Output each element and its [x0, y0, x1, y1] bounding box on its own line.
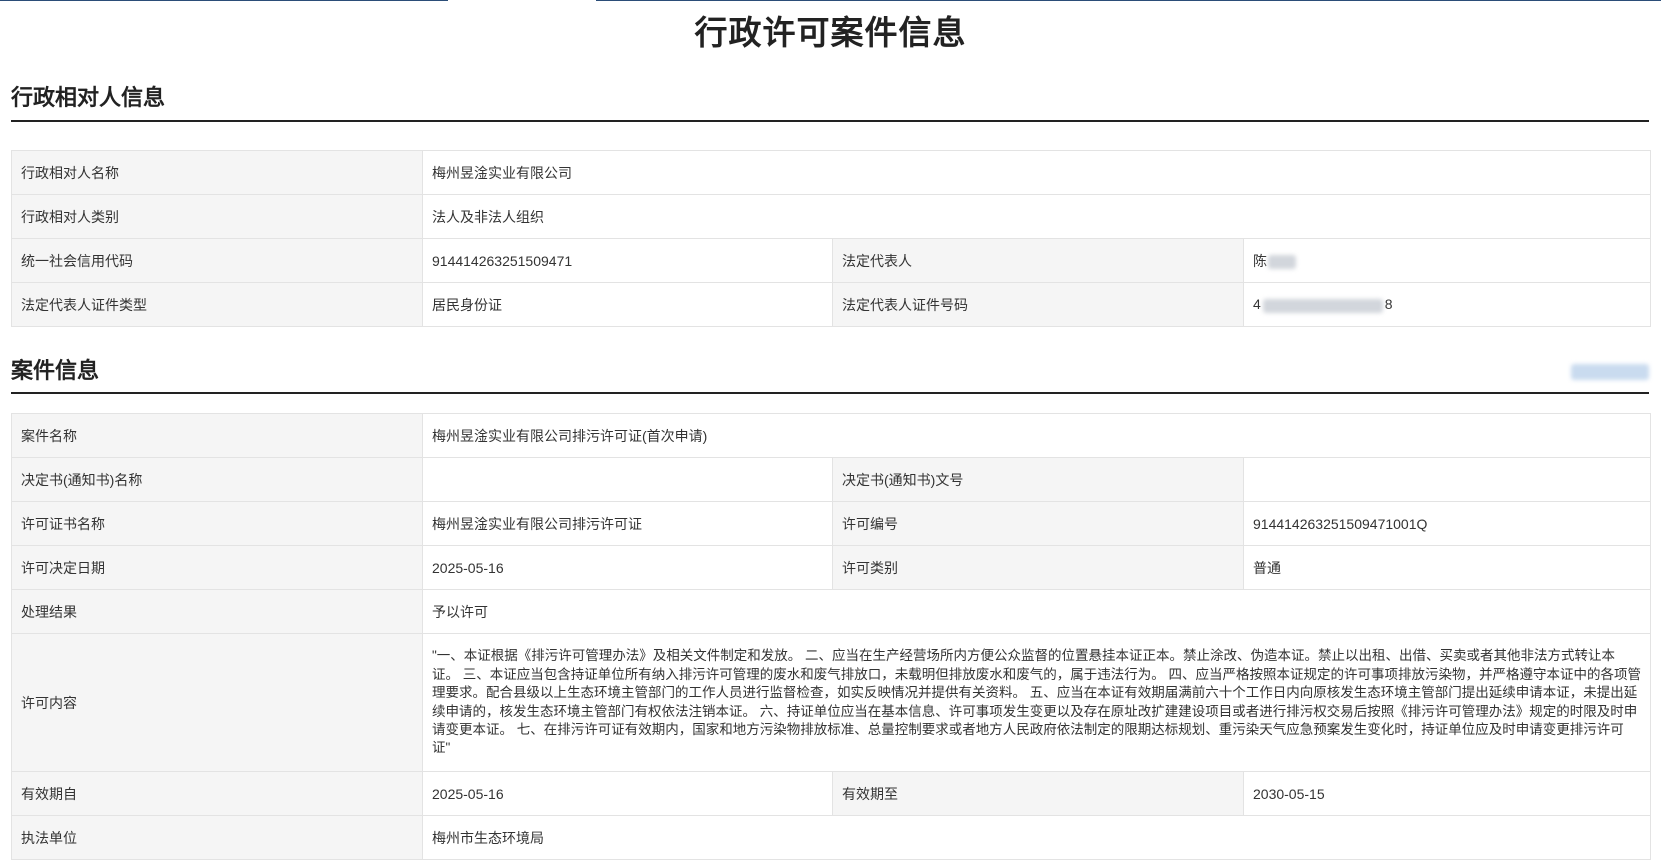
decision-name-value: [422, 457, 833, 502]
authority-value: 梅州市生态环境局: [422, 815, 1651, 860]
case-name-value: 梅州昱淦实业有限公司排污许可证(首次申请): [422, 413, 1651, 458]
table-row: 行政相对人名称 梅州昱淦实业有限公司: [11, 150, 1651, 195]
party-type-label: 行政相对人类别: [11, 194, 423, 239]
table-row: 决定书(通知书)名称 决定书(通知书)文号: [11, 457, 1651, 502]
decision-date-value: 2025-05-16: [422, 545, 833, 590]
id-number-prefix: 4: [1253, 296, 1261, 313]
decision-no-label: 决定书(通知书)文号: [832, 457, 1244, 502]
id-number-value: 48: [1243, 282, 1651, 327]
party-info-table: 行政相对人名称 梅州昱淦实业有限公司 行政相对人类别 法人及非法人组织 统一社会…: [11, 150, 1651, 327]
credit-code-value: 914414263251509471: [422, 238, 833, 283]
license-no-value: 914414263251509471001Q: [1243, 501, 1651, 546]
content-label: 许可内容: [11, 633, 423, 772]
table-row: 案件名称 梅州昱淦实业有限公司排污许可证(首次申请): [11, 413, 1651, 458]
decision-date-label: 许可决定日期: [11, 545, 423, 590]
section-title-case: 案件信息: [11, 358, 100, 383]
legal-rep-value: 陈: [1243, 238, 1651, 283]
table-row: 执法单位 梅州市生态环境局: [11, 815, 1651, 860]
section-rule-case: [11, 392, 1649, 394]
section-rule-party: [11, 120, 1649, 122]
license-name-value: 梅州昱淦实业有限公司排污许可证: [422, 501, 833, 546]
id-type-value: 居民身份证: [422, 282, 833, 327]
table-row: 行政相对人类别 法人及非法人组织: [11, 194, 1651, 239]
content-value: "一、本证根据《排污许可管理办法》及相关文件制定和发放。 二、应当在生产经营场所…: [422, 633, 1651, 772]
result-value: 予以许可: [422, 589, 1651, 634]
case-name-label: 案件名称: [11, 413, 423, 458]
valid-from-label: 有效期自: [11, 771, 423, 816]
license-no-label: 许可编号: [832, 501, 1244, 546]
party-type-value: 法人及非法人组织: [422, 194, 1651, 239]
table-row: 许可决定日期 2025-05-16 许可类别 普通: [11, 545, 1651, 590]
party-name-value: 梅州昱淦实业有限公司: [422, 150, 1651, 195]
table-row: 处理结果 予以许可: [11, 589, 1651, 634]
decision-no-value: [1243, 457, 1651, 502]
license-name-label: 许可证书名称: [11, 501, 423, 546]
valid-to-label: 有效期至: [832, 771, 1244, 816]
table-row: 许可证书名称 梅州昱淦实业有限公司排污许可证 许可编号 914414263251…: [11, 501, 1651, 546]
section-title-party: 行政相对人信息: [11, 85, 166, 110]
license-category-value: 普通: [1243, 545, 1651, 590]
party-name-label: 行政相对人名称: [11, 150, 423, 195]
valid-from-value: 2025-05-16: [422, 771, 833, 816]
id-type-label: 法定代表人证件类型: [11, 282, 423, 327]
credit-code-label: 统一社会信用代码: [11, 238, 423, 283]
page-title: 行政许可案件信息: [694, 14, 967, 51]
table-row: 有效期自 2025-05-16 有效期至 2030-05-15: [11, 771, 1651, 816]
valid-to-value: 2030-05-15: [1243, 771, 1651, 816]
decision-name-label: 决定书(通知书)名称: [11, 457, 423, 502]
top-border-left: [0, 0, 448, 1]
id-number-label: 法定代表人证件号码: [832, 282, 1244, 327]
table-row: 统一社会信用代码 914414263251509471 法定代表人 陈: [11, 238, 1651, 283]
top-border-right: [596, 0, 1661, 1]
redacted-link[interactable]: [1571, 364, 1649, 380]
id-number-suffix: 8: [1384, 296, 1393, 313]
legal-rep-visible: 陈: [1253, 252, 1267, 269]
result-label: 处理结果: [11, 589, 423, 634]
legal-rep-label: 法定代表人: [832, 238, 1244, 283]
case-info-table: 案件名称 梅州昱淦实业有限公司排污许可证(首次申请) 决定书(通知书)名称 决定…: [11, 413, 1651, 860]
license-category-label: 许可类别: [832, 545, 1244, 590]
redacted-mask: [1268, 254, 1296, 269]
table-row: 许可内容 "一、本证根据《排污许可管理办法》及相关文件制定和发放。 二、应当在生…: [11, 633, 1651, 772]
table-row: 法定代表人证件类型 居民身份证 法定代表人证件号码 48: [11, 282, 1651, 327]
redacted-mask: [1262, 298, 1383, 313]
authority-label: 执法单位: [11, 815, 423, 860]
